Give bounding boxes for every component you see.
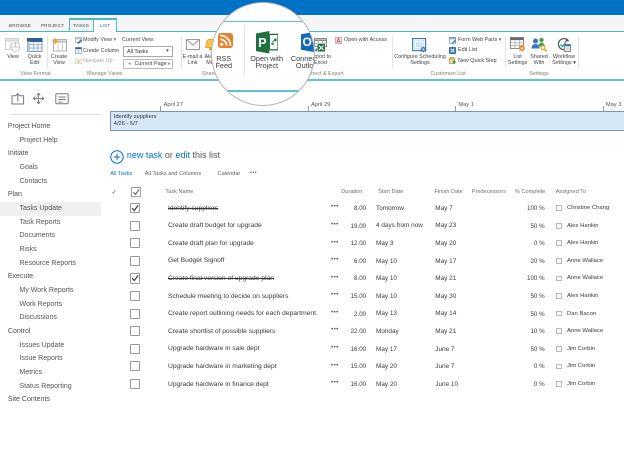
svg-text:P: P [258,36,266,50]
svg-text:O: O [302,35,311,49]
